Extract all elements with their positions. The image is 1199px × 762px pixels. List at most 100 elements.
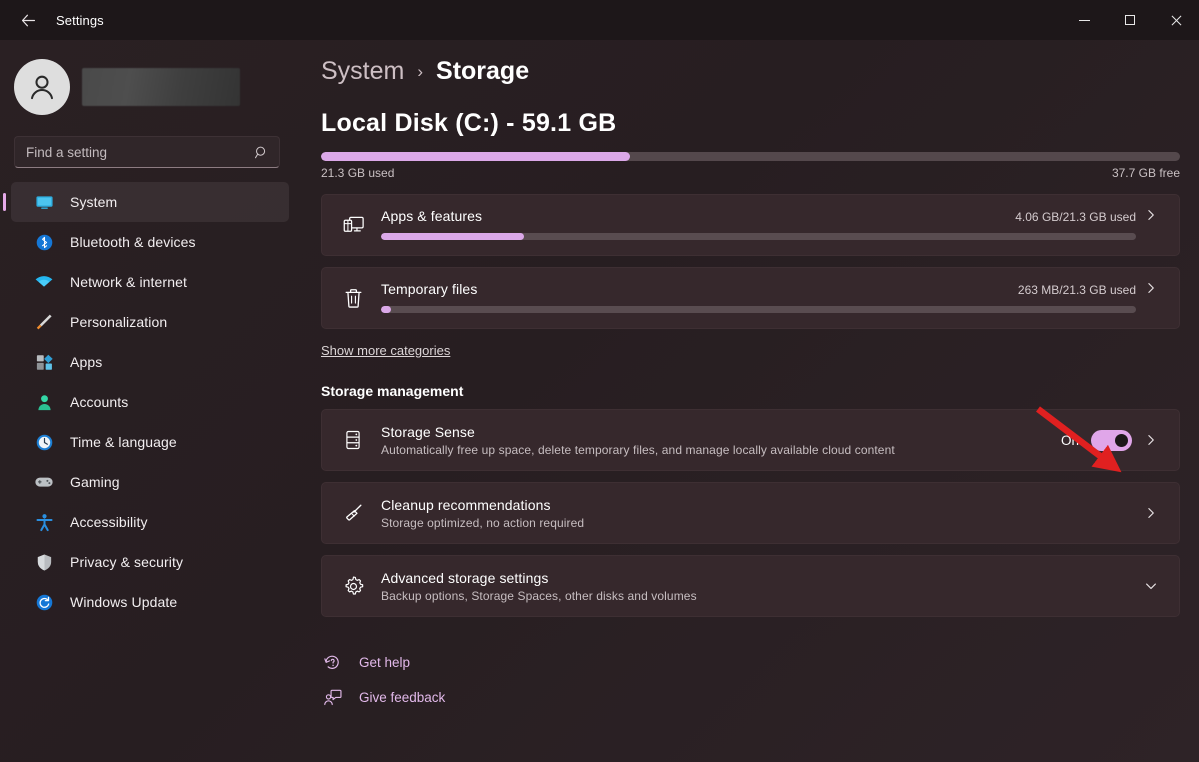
sidebar-item-gaming[interactable]: Gaming: [11, 462, 289, 502]
storage-category-apps-features[interactable]: Apps & features 4.06 GB/21.3 GB used: [321, 194, 1180, 256]
sidebar-item-accessibility[interactable]: Accessibility: [11, 502, 289, 542]
bluetooth-icon: [34, 232, 54, 252]
toggle-knob: [1115, 433, 1128, 447]
close-button[interactable]: [1153, 0, 1199, 40]
search-input[interactable]: [15, 144, 254, 160]
accessibility-icon: [34, 512, 54, 532]
footer-links: Get help Give feedback: [321, 646, 1199, 713]
breadcrumb: System › Storage: [321, 57, 1199, 86]
sidebar-item-apps[interactable]: Apps: [11, 342, 289, 382]
card-title: Apps & features: [381, 208, 483, 224]
sidebar-item-label: Apps: [70, 354, 103, 370]
breadcrumb-parent[interactable]: System: [321, 57, 404, 86]
sidebar-item-bluetooth-devices[interactable]: Bluetooth & devices: [11, 222, 289, 262]
disk-usage-legend: 21.3 GB used 37.7 GB free: [321, 166, 1180, 180]
sidebar-item-label: Privacy & security: [70, 554, 184, 570]
gamepad-icon: [34, 472, 54, 492]
sidebar-item-network-internet[interactable]: Network & internet: [11, 262, 289, 302]
sidebar-item-time-language[interactable]: Time & language: [11, 422, 289, 462]
apps-icon: [34, 352, 54, 372]
main-content: System › Storage Local Disk (C:) - 59.1 …: [300, 40, 1199, 762]
person-icon: [34, 392, 54, 412]
sidebar-item-label: Time & language: [70, 434, 177, 450]
storage-sense-toggle-label: On: [1060, 432, 1079, 448]
search-box[interactable]: [14, 136, 280, 168]
sidebar-item-label: Network & internet: [70, 274, 187, 290]
trash-icon: [339, 286, 367, 311]
storage-management-heading: Storage management: [321, 383, 464, 399]
show-more-categories-link[interactable]: Show more categories: [321, 343, 450, 358]
sidebar-item-label: Gaming: [70, 474, 120, 490]
breadcrumb-separator: ›: [417, 61, 424, 81]
sidebar-item-accounts[interactable]: Accounts: [11, 382, 289, 422]
account-name-redacted: [82, 68, 240, 106]
chevron-down-icon: [1136, 579, 1166, 593]
card-title: Advanced storage settings: [381, 569, 549, 586]
avatar: [14, 59, 70, 115]
person-avatar-icon: [31, 75, 53, 100]
sidebar-item-label: Accessibility: [70, 514, 148, 530]
sidebar-item-label: Bluetooth & devices: [70, 234, 196, 250]
disk-free-label: 37.7 GB free: [1111, 166, 1180, 180]
card-body: Storage Sense Automatically free up spac…: [381, 424, 1061, 457]
sidebar-item-personalization[interactable]: Personalization: [11, 302, 289, 342]
advanced-storage-settings-row[interactable]: Advanced storage settings Backup options…: [321, 555, 1180, 617]
disk-usage-fill: [321, 152, 631, 161]
card-subtitle: Backup options, Storage Spaces, other di…: [381, 588, 697, 603]
sidebar-nav: System Bluetooth & devices Network & int…: [0, 182, 300, 622]
monitor-icon: [34, 192, 54, 212]
card-usage-text: 4.06 GB/21.3 GB used: [1015, 210, 1136, 224]
footer-link-label: Give feedback: [359, 689, 446, 705]
card-right: [1136, 579, 1166, 593]
broom-icon: [339, 501, 367, 526]
category-usage-bar: [381, 233, 1136, 240]
window-title: Settings: [56, 12, 104, 28]
apps-features-icon: [339, 213, 367, 238]
cleanup-recommendations-row[interactable]: Cleanup recommendations Storage optimize…: [321, 482, 1180, 544]
storage-sense-row[interactable]: Storage Sense Automatically free up spac…: [321, 409, 1180, 471]
chevron-right-icon: [1136, 281, 1166, 295]
search-icon: [254, 145, 269, 160]
title-bar: Settings: [0, 0, 1199, 40]
give-feedback-link[interactable]: Give feedback: [321, 681, 501, 713]
disk-usage-bar: [321, 152, 1180, 161]
maximize-button[interactable]: [1107, 0, 1153, 40]
sidebar: System Bluetooth & devices: [0, 40, 300, 762]
card-body: Apps & features 4.06 GB/21.3 GB used: [381, 208, 1136, 240]
sidebar-item-label: Personalization: [70, 314, 168, 330]
card-title: Storage Sense: [381, 423, 475, 440]
account-profile[interactable]: [14, 59, 300, 115]
disk-title: Local Disk (C:) - 59.1 GB: [321, 109, 617, 137]
sidebar-item-system[interactable]: System: [3, 182, 289, 222]
sidebar-item-windows-update[interactable]: Windows Update: [11, 582, 289, 622]
footer-link-label: Get help: [359, 654, 411, 670]
chevron-right-icon: [1136, 208, 1166, 222]
card-right: [1136, 506, 1166, 520]
card-right: [1136, 208, 1166, 222]
card-right: On: [1060, 429, 1166, 451]
clock-icon: [34, 432, 54, 452]
chevron-right-icon: [1136, 433, 1166, 447]
shield-icon: [34, 552, 54, 572]
update-icon: [34, 592, 54, 612]
back-button[interactable]: [8, 4, 48, 36]
card-body: Advanced storage settings Backup options…: [381, 570, 1136, 603]
disk-used-label: 21.3 GB used: [321, 166, 395, 180]
close-icon: [1170, 14, 1182, 26]
storage-sense-toggle[interactable]: [1091, 429, 1132, 451]
chevron-right-icon: [1136, 506, 1166, 520]
storage-sense-toggle-group[interactable]: On: [1060, 429, 1132, 451]
minimize-icon: [1078, 19, 1090, 21]
minimize-button[interactable]: [1061, 0, 1107, 40]
sidebar-item-privacy-security[interactable]: Privacy & security: [11, 542, 289, 582]
get-help-link[interactable]: Get help: [321, 646, 501, 678]
storage-category-temporary-files[interactable]: Temporary files 263 MB/21.3 GB used: [321, 267, 1180, 329]
card-subtitle: Automatically free up space, delete temp…: [381, 442, 895, 457]
card-usage-text: 263 MB/21.3 GB used: [1017, 283, 1136, 297]
wifi-icon: [34, 272, 54, 292]
back-arrow-icon: [21, 14, 35, 26]
sidebar-item-label: Accounts: [70, 394, 129, 410]
help-question-icon: [321, 653, 343, 672]
paintbrush-icon: [34, 312, 54, 332]
card-title: Temporary files: [381, 281, 478, 297]
